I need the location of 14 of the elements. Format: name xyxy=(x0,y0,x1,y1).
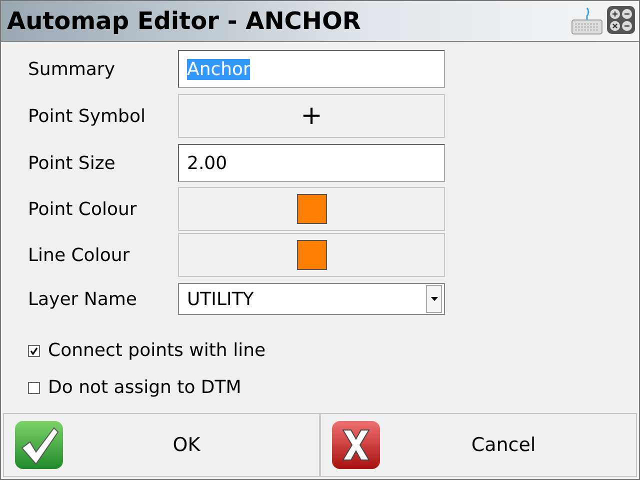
text-field[interactable]: 2.00 xyxy=(178,144,445,182)
cancel-button[interactable]: Cancel xyxy=(320,413,637,477)
ok-button[interactable]: OK xyxy=(3,413,320,477)
layer-dropdown[interactable]: UTILITY xyxy=(178,283,445,315)
checkbox-option[interactable]: Do not assign to DTM xyxy=(28,377,639,398)
checkbox-option[interactable]: Connect points with line xyxy=(28,340,639,361)
field-label: Point Size xyxy=(28,152,116,174)
field-label: Summary xyxy=(28,58,116,80)
field-label: Point Colour xyxy=(28,198,138,220)
field-label: Point Symbol xyxy=(28,106,146,126)
symbol-button[interactable]: + xyxy=(178,94,445,138)
field-label: Line Colour xyxy=(28,244,131,266)
window-title: Automap Editor - ANCHOR xyxy=(7,7,361,35)
field-label: Layer Name xyxy=(28,288,138,310)
